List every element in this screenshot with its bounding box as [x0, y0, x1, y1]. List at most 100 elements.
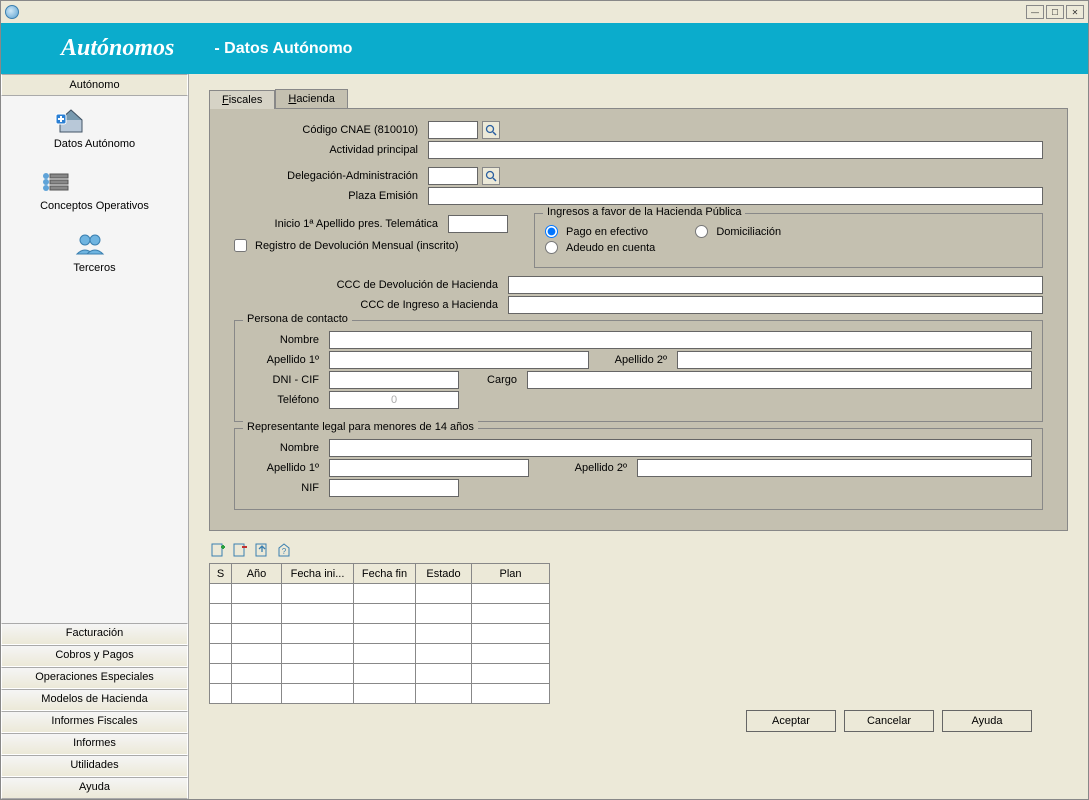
sidebar-bottom-facturación[interactable]: Facturación [1, 623, 188, 645]
search-delegacion-button[interactable] [482, 167, 500, 185]
add-row-icon[interactable] [209, 541, 227, 559]
sidebar-bottom-informes-fiscales[interactable]: Informes Fiscales [1, 711, 188, 733]
grid-cell[interactable] [232, 664, 282, 684]
r-nif-input[interactable] [329, 479, 459, 497]
sidebar-bottom-informes[interactable]: Informes [1, 733, 188, 755]
grid-cell[interactable] [282, 584, 354, 604]
label-p-ap1: Apellido 1º [245, 354, 325, 366]
p-ap2-input[interactable] [677, 351, 1032, 369]
grid-cell[interactable] [472, 584, 550, 604]
grid-cell[interactable] [472, 604, 550, 624]
ayuda-button[interactable]: Ayuda [942, 710, 1032, 732]
grid-cell[interactable] [210, 644, 232, 664]
grid-cell[interactable] [210, 624, 232, 644]
grid-cell[interactable] [282, 624, 354, 644]
label-actividad: Actividad principal [234, 144, 424, 156]
col-fechaini[interactable]: Fecha ini... [282, 564, 354, 584]
tab-fiscales[interactable]: Fiscales [209, 90, 275, 109]
maximize-button[interactable]: ☐ [1046, 5, 1064, 19]
actividad-input[interactable] [428, 141, 1043, 159]
grid-cell[interactable] [416, 584, 472, 604]
grid-cell[interactable] [472, 684, 550, 704]
p-nombre-input[interactable] [329, 331, 1032, 349]
grid-cell[interactable] [232, 644, 282, 664]
col-fechafin[interactable]: Fecha fin [354, 564, 416, 584]
grid-cell[interactable] [210, 584, 232, 604]
r-ap2-input[interactable] [637, 459, 1032, 477]
remove-row-icon[interactable] [231, 541, 249, 559]
grid-cell[interactable] [472, 624, 550, 644]
grid-cell[interactable] [282, 664, 354, 684]
grid-cell[interactable] [416, 624, 472, 644]
pago-efectivo-radio[interactable] [545, 225, 558, 238]
col-plan[interactable]: Plan [472, 564, 550, 584]
grid-cell[interactable] [354, 644, 416, 664]
r-ap1-input[interactable] [329, 459, 529, 477]
grid-cell[interactable] [210, 604, 232, 624]
query-icon[interactable]: ? [275, 541, 293, 559]
grid-cell[interactable] [232, 604, 282, 624]
cancelar-button[interactable]: Cancelar [844, 710, 934, 732]
col-año[interactable]: Año [232, 564, 282, 584]
col-s[interactable]: S [210, 564, 232, 584]
sidebar-bottom-modelos-de-hacienda[interactable]: Modelos de Hacienda [1, 689, 188, 711]
close-button[interactable]: ✕ [1066, 5, 1084, 19]
export-icon[interactable] [253, 541, 271, 559]
sidebar-header[interactable]: Autónomo [1, 74, 188, 96]
grid-cell[interactable] [282, 684, 354, 704]
house-plus-icon [54, 106, 135, 134]
plaza-input[interactable] [428, 187, 1043, 205]
p-ap1-input[interactable] [329, 351, 589, 369]
inicio-input[interactable] [448, 215, 508, 233]
sidebar-bottom-ayuda[interactable]: Ayuda [1, 777, 188, 799]
grid-cell[interactable] [210, 684, 232, 704]
grid-cell[interactable] [416, 664, 472, 684]
sidebar-bottom-cobros-y-pagos[interactable]: Cobros y Pagos [1, 645, 188, 667]
aceptar-button[interactable]: Aceptar [746, 710, 836, 732]
grid-cell[interactable] [232, 684, 282, 704]
data-grid[interactable]: SAñoFecha ini...Fecha finEstadoPlan [209, 563, 550, 704]
grid-cell[interactable] [354, 684, 416, 704]
adeudo-radio[interactable] [545, 241, 558, 254]
grid-cell[interactable] [354, 604, 416, 624]
grid-cell[interactable] [282, 604, 354, 624]
grid-cell[interactable] [416, 684, 472, 704]
sidebar-bottom-utilidades[interactable]: Utilidades [1, 755, 188, 777]
label-p-nombre: Nombre [245, 334, 325, 346]
registro-checkbox[interactable] [234, 239, 247, 252]
label-p-ap2: Apellido 2º [593, 354, 673, 366]
ccc-ing-input[interactable] [508, 296, 1043, 314]
r-nombre-input[interactable] [329, 439, 1032, 457]
tab-hacienda[interactable]: Hacienda [275, 89, 348, 108]
sidebar-item-terceros[interactable]: Terceros [73, 230, 115, 274]
minimize-button[interactable]: — [1026, 5, 1044, 19]
grid-cell[interactable] [282, 644, 354, 664]
ccc-dev-input[interactable] [508, 276, 1043, 294]
p-dni-input[interactable] [329, 371, 459, 389]
sidebar-bottom-operaciones-especiales[interactable]: Operaciones Especiales [1, 667, 188, 689]
form-panel: Código CNAE (810010) Actividad principal… [209, 108, 1068, 531]
sidebar-item-conceptos[interactable]: Conceptos Operativos [40, 168, 149, 212]
label-ccc-dev: CCC de Devolución de Hacienda [234, 279, 504, 291]
grid-cell[interactable] [472, 644, 550, 664]
label-r-nombre: Nombre [245, 442, 325, 454]
grid-cell[interactable] [232, 584, 282, 604]
grid-cell[interactable] [416, 644, 472, 664]
grid-cell[interactable] [232, 624, 282, 644]
domiciliacion-radio[interactable] [695, 225, 708, 238]
p-tel-input[interactable] [329, 391, 459, 409]
p-cargo-input[interactable] [527, 371, 1032, 389]
label-r-ap1: Apellido 1º [245, 462, 325, 474]
col-estado[interactable]: Estado [416, 564, 472, 584]
delegacion-input[interactable] [428, 167, 478, 185]
codigo-cnae-input[interactable] [428, 121, 478, 139]
grid-cell[interactable] [472, 664, 550, 684]
grid-cell[interactable] [354, 664, 416, 684]
grid-cell[interactable] [416, 604, 472, 624]
sidebar-item-datos[interactable]: Datos Autónomo [54, 106, 135, 150]
grid-cell[interactable] [354, 584, 416, 604]
grid-cell[interactable] [210, 664, 232, 684]
search-cnae-button[interactable] [482, 121, 500, 139]
label-ccc-ing: CCC de Ingreso a Hacienda [234, 299, 504, 311]
grid-cell[interactable] [354, 624, 416, 644]
